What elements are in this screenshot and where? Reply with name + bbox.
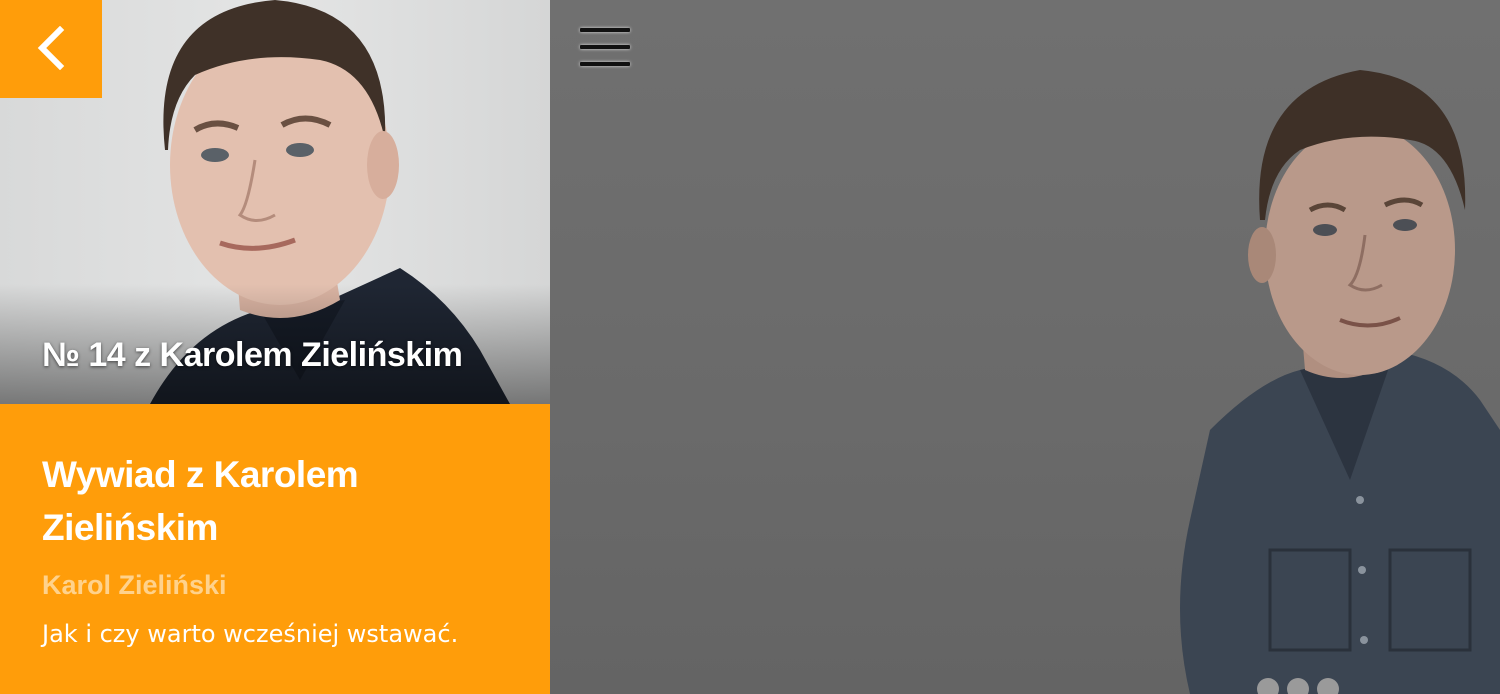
article-title[interactable]: Wywiad z Karolem Zielińskim <box>42 448 462 554</box>
episode-label: № 14 z Karolem Zielińskim <box>42 336 463 374</box>
pagination-dot[interactable] <box>1317 678 1339 694</box>
hamburger-menu-icon-bar <box>580 62 630 66</box>
article-author: Karol Zieliński <box>42 570 227 600</box>
back-button[interactable] <box>0 0 102 98</box>
article-description: Jak i czy warto wcześniej wstawać. <box>42 620 459 648</box>
hamburger-menu-icon-bar <box>580 28 630 32</box>
portrait-photo <box>1180 70 1500 694</box>
pagination-dot[interactable] <box>1287 678 1309 694</box>
pagination-dot[interactable] <box>1257 678 1279 694</box>
hamburger-menu-icon-bar <box>580 45 630 49</box>
main-panel <box>550 0 1500 694</box>
episode-card[interactable]: № 14 z Karolem Zielińskim Wywiad z Karol… <box>0 0 550 694</box>
menu-button[interactable] <box>580 28 632 70</box>
chevron-left-icon <box>37 26 65 70</box>
pagination-dots <box>1257 678 1347 694</box>
